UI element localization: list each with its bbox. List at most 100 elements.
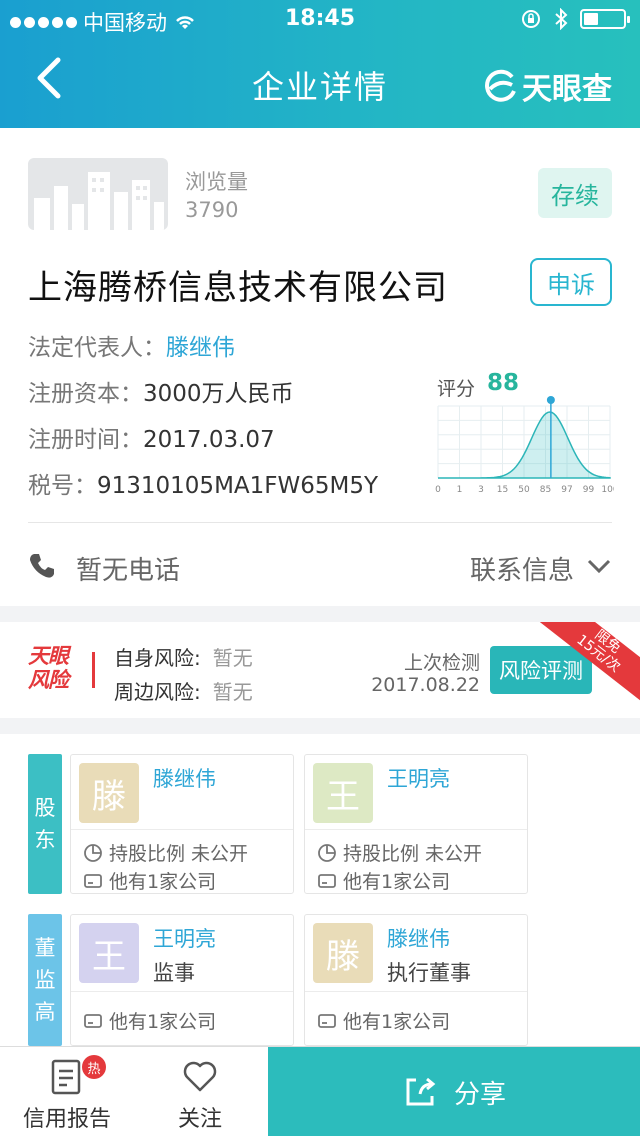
company-image	[28, 158, 168, 230]
company-count: 他有1家公司	[317, 867, 450, 894]
x-tick-label: 15	[497, 485, 508, 495]
company-count-text[interactable]: 他有1家公司	[109, 867, 216, 894]
brand-logo: 天眼查	[482, 64, 612, 108]
x-tick-label: 1	[457, 485, 463, 495]
bluetooth-icon	[555, 8, 568, 30]
appeal-button[interactable]: 申诉	[530, 258, 612, 306]
risk-card: 天眼 风险 自身风险: 暂无 周边风险: 暂无 上次检测 2017.08.22 风险…	[0, 622, 640, 718]
around-risk-value: 暂无	[212, 680, 253, 704]
capital-value: 3000万人民币	[143, 381, 294, 407]
x-tick-label: 100	[601, 485, 614, 495]
capital-label: 注册资本：	[28, 381, 143, 407]
around-risk-row: 周边风险: 暂无	[114, 676, 253, 705]
score-marker-pin	[546, 396, 555, 404]
follow-label: 关注	[177, 1107, 222, 1132]
phone-icon	[30, 554, 54, 578]
credit-report-label: 信用报告	[22, 1107, 111, 1132]
company-count: 他有1家公司	[83, 1007, 216, 1034]
executive-card[interactable]: 滕 滕继伟 执行董事 他有1家公司	[304, 914, 528, 1046]
x-tick-label: 97	[561, 485, 572, 495]
person-name[interactable]: 王明亮	[387, 763, 450, 793]
last-check-label: 上次检测	[403, 652, 480, 674]
status-bar: 中国移动 18:45	[0, 0, 640, 40]
executives-tab-char: 高	[34, 1000, 56, 1024]
score-value: 88	[487, 370, 520, 396]
card-icon	[84, 1013, 102, 1028]
share-icon	[406, 1077, 436, 1106]
x-tick-label: 85	[540, 485, 551, 495]
eye-logo-icon	[485, 69, 516, 102]
rotation-lock-icon	[522, 10, 540, 28]
risk-separator	[92, 652, 95, 688]
self-risk-row: 自身风险: 暂无	[114, 642, 253, 671]
share-ratio: 持股比例 未公开	[83, 839, 248, 866]
x-tick-label: 3	[478, 485, 484, 495]
shareholder-card[interactable]: 滕 滕继伟 持股比例 未公开 他有1家公司	[70, 754, 294, 894]
executives-tab-char: 监	[34, 968, 56, 992]
pie-chart-icon	[318, 843, 336, 862]
risk-logo-line2: 风险	[28, 668, 69, 692]
risk-assessment-button[interactable]: 风险评测	[490, 646, 592, 694]
views-label: 浏览量	[185, 170, 248, 194]
person-role: 监事	[153, 961, 195, 985]
company-count: 他有1家公司	[317, 1007, 450, 1034]
around-risk-label: 周边风险:	[114, 680, 201, 704]
company-count-text[interactable]: 他有1家公司	[109, 1007, 216, 1034]
credit-report-tab[interactable]: 热 信用报告	[14, 1047, 120, 1136]
company-name: 上海腾桥信息技术有限公司	[28, 268, 448, 308]
person-name[interactable]: 滕继伟	[387, 923, 450, 953]
divider	[28, 522, 612, 523]
reg-date-row: 注册时间：2017.03.07	[28, 420, 275, 454]
reg-date-value: 2017.03.07	[143, 427, 275, 453]
chevron-down-icon[interactable]	[586, 556, 612, 576]
share-ratio-text: 持股比例 未公开	[343, 843, 483, 865]
self-risk-value: 暂无	[212, 646, 253, 670]
app-header: 中国移动 18:45 企业详情 天眼查	[0, 0, 640, 128]
share-label: 分享	[453, 1079, 506, 1110]
person-name[interactable]: 滕继伟	[153, 763, 216, 793]
views-count: 3790	[185, 198, 239, 222]
avatar: 滕	[313, 923, 373, 983]
company-card: 浏览量 3790 存续 上海腾桥信息技术有限公司 申诉 法定代表人：滕继伟 注册…	[0, 128, 640, 606]
avatar: 王	[313, 763, 373, 823]
person-name[interactable]: 王明亮	[153, 923, 216, 953]
tax-label: 税号：	[28, 473, 97, 499]
shareholders-tab-char: 股	[34, 796, 56, 820]
heart-icon	[183, 1061, 217, 1092]
shareholders-tab: 股东	[28, 754, 62, 894]
company-count-text[interactable]: 他有1家公司	[343, 867, 450, 894]
company-count-text[interactable]: 他有1家公司	[343, 1007, 450, 1034]
legal-rep-row: 法定代表人：滕继伟	[28, 328, 235, 362]
share-ratio-text: 持股比例 未公开	[109, 843, 249, 865]
shareholders-tab-char: 东	[34, 828, 56, 852]
company-count: 他有1家公司	[83, 867, 216, 894]
legal-rep-link[interactable]: 滕继伟	[166, 335, 235, 361]
risk-logo: 天眼 风险	[28, 644, 82, 696]
pie-chart-icon	[84, 843, 102, 862]
card-icon	[318, 1013, 336, 1028]
score-distribution-chart: 0 1 3 15 50 85 97 99 100	[435, 396, 614, 495]
bottom-bar: 热 信用报告 关注 分享	[0, 1046, 640, 1136]
tax-row: 税号：91310105MA1FW65M5Y	[28, 466, 378, 500]
executives-tab-char: 董	[34, 936, 56, 960]
risk-logo-line1: 天眼	[28, 644, 69, 668]
avatar: 滕	[79, 763, 139, 823]
share-ratio: 持股比例 未公开	[317, 839, 482, 866]
executives-tab: 董监高	[28, 914, 62, 1046]
card-icon	[84, 873, 102, 888]
x-tick-label: 99	[583, 485, 595, 495]
share-button[interactable]: 分享	[268, 1047, 640, 1136]
executive-card[interactable]: 王 王明亮 监事 他有1家公司	[70, 914, 294, 1046]
reg-date-label: 注册时间：	[28, 427, 143, 453]
phone-text: 暂无电话	[76, 556, 181, 586]
card-icon	[318, 873, 336, 888]
self-risk-label: 自身风险:	[114, 646, 201, 670]
contact-info-toggle[interactable]: 联系信息	[470, 550, 574, 587]
brand-logo-text: 天眼查	[522, 72, 612, 107]
avatar: 王	[79, 923, 139, 983]
status-badge: 存续	[538, 168, 612, 218]
buildings-icon	[34, 172, 164, 230]
legal-rep-label: 法定代表人：	[28, 335, 166, 361]
follow-tab[interactable]: 关注	[150, 1047, 250, 1136]
shareholder-card[interactable]: 王 王明亮 持股比例 未公开 他有1家公司	[304, 754, 528, 894]
